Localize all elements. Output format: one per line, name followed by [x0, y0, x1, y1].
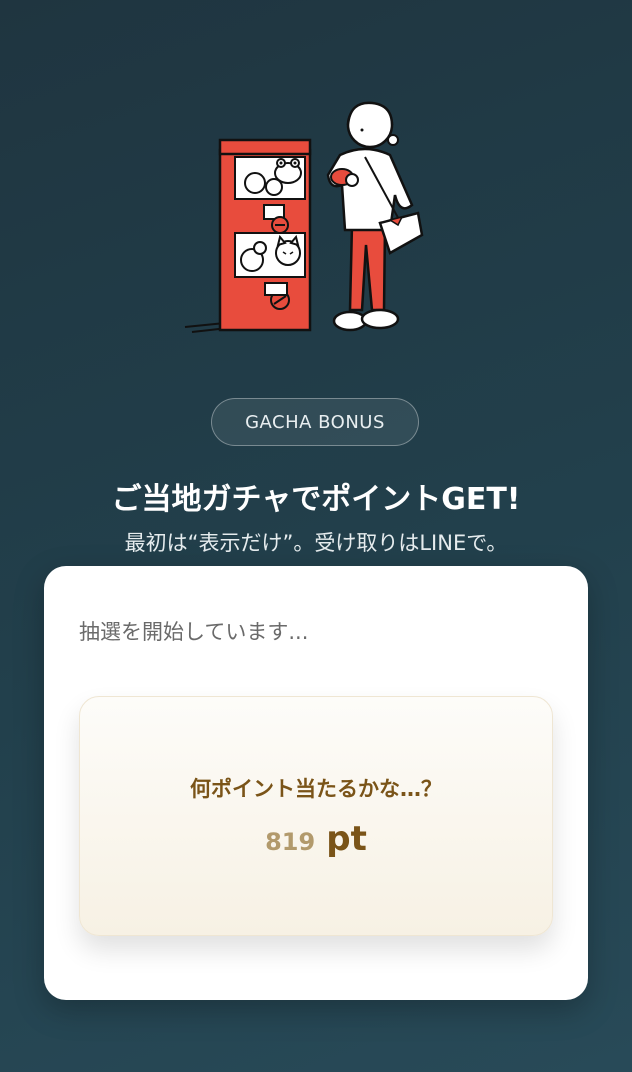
- frog-capsule-icon: [274, 158, 302, 184]
- gacha-illustration: [180, 95, 430, 345]
- gacha-machine-icon: [218, 138, 312, 332]
- gacha-bonus-badge: GACHA BONUS: [211, 398, 419, 446]
- gacha-card: 抽選を開始しています... 何ポイント当たるかな…？ 819 pt: [44, 566, 588, 1000]
- points-result-panel: 何ポイント当たるかな…？ 819 pt: [79, 696, 553, 936]
- cat-capsule-icon: [275, 234, 301, 266]
- points-display: 819 pt: [80, 819, 552, 859]
- points-unit: pt: [326, 819, 367, 859]
- points-question: 何ポイント当たるかな…？: [190, 777, 442, 801]
- person-icon: [326, 101, 424, 332]
- page-title: ご当地ガチャでポイントGET!: [111, 482, 521, 517]
- points-value: 819: [265, 828, 316, 856]
- page-subtitle: 最初は“表示だけ”。受け取りはLINEで。: [124, 531, 508, 555]
- lottery-status-text: 抽選を開始しています...: [79, 620, 309, 644]
